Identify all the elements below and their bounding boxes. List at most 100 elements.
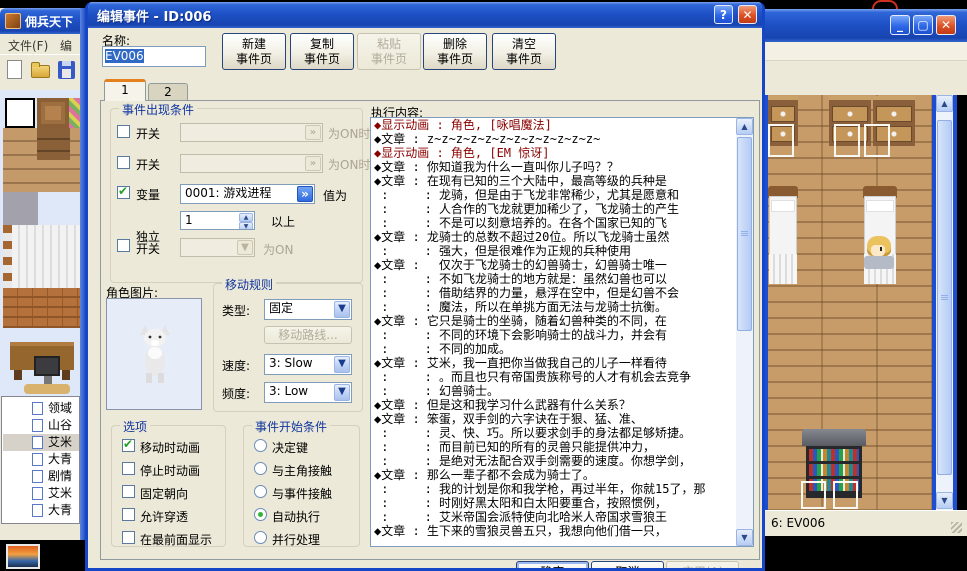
option-checkbox[interactable] (122, 485, 135, 498)
palette-tile-dark-planks[interactable] (37, 128, 70, 160)
command-line[interactable]: : : 灵、快、巧。所以要求剑手的身法都足够矫捷。 (371, 426, 753, 440)
scroll-up-icon[interactable]: ▲ (736, 118, 753, 135)
map-event-box[interactable] (801, 481, 826, 509)
footer-button[interactable]: 确定 (516, 561, 589, 571)
palette-tile-monitor[interactable] (34, 356, 60, 376)
trigger-radio[interactable] (254, 485, 267, 498)
command-line[interactable]: ◆文章 : 那么一辈子都不会成为骑士了。 (371, 468, 753, 482)
command-line[interactable]: : : 不同的加成。 (371, 342, 753, 356)
command-line[interactable]: : : 幻兽骑士。 (371, 384, 753, 398)
option-checkbox[interactable] (122, 439, 135, 452)
maximize-button[interactable]: ▢ (913, 15, 933, 35)
command-line[interactable]: : : 不如飞龙骑士的地方就是：虽然幻兽也可以 (371, 272, 753, 286)
character-graphic-box[interactable] (106, 298, 202, 410)
command-line[interactable]: ◆显示动画 : 角色, [EM 惊讶] (371, 146, 753, 160)
palette-tile-bricks[interactable] (3, 288, 80, 328)
page-button[interactable]: 删除事件页 (423, 33, 487, 70)
move-speed-combo[interactable]: 3: Slow▼ (264, 354, 352, 375)
trigger-radio[interactable] (254, 531, 267, 544)
open-folder-icon[interactable] (30, 59, 52, 81)
dropdown-icon[interactable]: ▼ (334, 384, 350, 401)
palette-tile-wall-edge[interactable] (3, 225, 12, 288)
move-type-combo[interactable]: 固定▼ (264, 299, 352, 320)
trigger-radio[interactable] (254, 439, 267, 452)
palette-tile-chair-base[interactable] (24, 384, 70, 394)
dropdown-icon[interactable]: ▼ (334, 301, 350, 318)
scroll-down-icon[interactable]: ▼ (736, 529, 753, 546)
minimize-button[interactable]: _ (890, 15, 910, 35)
command-line[interactable]: : : 艾米帝国会派特使向北哈米人帝国求雪狼王 (371, 510, 753, 524)
exec-scrollbar[interactable]: ▲ ▼ (736, 118, 753, 546)
palette-tile-gray[interactable] (3, 192, 38, 225)
command-line[interactable]: : : 不同的环境下会影响骑士的战斗力，并会有 (371, 328, 753, 342)
close-button[interactable]: ✕ (936, 15, 956, 35)
command-line[interactable]: : : 不是可以刻意培养的。在各个国家已知的飞 (371, 216, 753, 230)
scroll-down-icon[interactable]: ▼ (936, 492, 953, 509)
palette-tile-wood-pattern[interactable] (37, 98, 69, 128)
command-line[interactable]: ◆文章 : 艾米，我一直把你当做我自己的儿子一样看待 (371, 356, 753, 370)
palette-tile-wall[interactable] (12, 225, 80, 288)
variable-checkbox[interactable] (117, 186, 130, 199)
command-line[interactable]: ◆文章 : 但是这和我学习什么武器有什么关系？ (371, 398, 753, 412)
footer-button[interactable]: 取消 (591, 561, 664, 571)
map-tree-item[interactable]: 大青 (3, 502, 80, 519)
spinner-arrows[interactable]: ▲▼ (239, 213, 253, 228)
scroll-up-icon[interactable]: ▲ (936, 95, 953, 112)
option-checkbox[interactable] (122, 462, 135, 475)
map-tree-item[interactable]: 领域 (3, 400, 80, 417)
map-event-box[interactable] (834, 124, 860, 157)
dialog-close-button[interactable]: ✕ (738, 5, 757, 24)
command-line[interactable]: : : 强大，但是很难作为正规的兵种使用 (371, 244, 753, 258)
dialog-titlebar[interactable]: 编辑事件 - ID:006 ? ✕ (85, 2, 765, 28)
command-line[interactable]: ◆文章 : 仅次于飞龙骑士的幻兽骑士，幻兽骑士唯一 (371, 258, 753, 272)
scrollbar-thumb[interactable] (937, 120, 952, 475)
switch1-checkbox[interactable] (117, 125, 130, 138)
command-line[interactable]: : : 魔法，所以在单挑方面无法与龙骑士抗衡。 (371, 300, 753, 314)
menu-edit[interactable]: 编辑 (60, 37, 80, 54)
command-line[interactable]: ◆文章 : 笨蛋，双手剑的六字诀在于狠、猛、准、 (371, 412, 753, 426)
variable-picker-button[interactable]: » (297, 186, 313, 202)
save-icon[interactable] (56, 59, 78, 81)
command-line[interactable]: : : 我的计划是你和我学枪，再过半年，你就15了，那 (371, 482, 753, 496)
palette-tile-blank-selected[interactable] (5, 98, 35, 128)
page-button[interactable]: 复制事件页 (290, 33, 354, 70)
command-line[interactable]: ◆文章 : 它只是骑士的坐骑，随着幻兽种类的不同，在 (371, 314, 753, 328)
command-line[interactable]: : : 而目前已知的所有的灵兽只能提供冲力， (371, 440, 753, 454)
tab-2[interactable]: 2 (148, 83, 188, 101)
palette-tile-colorful[interactable] (69, 98, 80, 128)
option-checkbox[interactable] (122, 508, 135, 521)
map-canvas[interactable] (768, 95, 932, 510)
name-input[interactable]: EV006 (102, 46, 206, 67)
command-line[interactable]: ◆文章 : 在现有已知的三个大陆中，最高等级的兵种是 (371, 174, 753, 188)
taskbar-thumbnail[interactable] (6, 544, 40, 569)
map-event-box[interactable] (833, 481, 858, 509)
command-line[interactable]: : : 时刚好黑太阳和白太阳要重合，按照惯例， (371, 496, 753, 510)
trigger-radio[interactable] (254, 462, 267, 475)
dropdown-icon[interactable]: ▼ (334, 356, 350, 373)
trigger-radio[interactable] (254, 508, 267, 521)
variable-amount-spinner[interactable]: 1 ▲▼ (180, 211, 255, 230)
command-line[interactable]: ◆文章 : z~z~z~z~z~z~z~z~z~z~z~z~ (371, 132, 753, 146)
command-line[interactable]: ◆文章 : 你知道我为什么一直叫你儿子吗？？ (371, 160, 753, 174)
command-line[interactable]: ◆文章 : 生下来的雪狼灵兽五只，我想向他们借一只， (371, 524, 753, 538)
resize-grip[interactable] (951, 522, 962, 533)
help-button[interactable]: ? (714, 5, 733, 24)
map-tree-item[interactable]: 艾米 (3, 485, 80, 502)
command-line[interactable]: : : 。而且也只有帝国贵族称号的人才有机会去竞争 (371, 370, 753, 384)
command-line[interactable]: : : 借助结界的力量，悬浮在空中，但是幻兽不会 (371, 286, 753, 300)
menu-file[interactable]: 文件(F) (8, 37, 48, 54)
map-event-box[interactable] (864, 124, 890, 157)
map-vertical-scrollbar[interactable]: ▲ ▼ (936, 95, 953, 510)
command-line[interactable]: ◆文章 : 龙骑士的总数不超过20位。所以飞龙骑士虽然 (371, 230, 753, 244)
self-switch-checkbox[interactable] (117, 239, 130, 252)
page-button[interactable]: 清空事件页 (492, 33, 556, 70)
map-event-box[interactable] (768, 124, 794, 157)
new-file-icon[interactable] (4, 59, 26, 81)
map-tree-item[interactable]: 剧情 (3, 468, 80, 485)
command-line[interactable]: ◆显示动画 : 角色, [咏唱魔法] (371, 118, 753, 132)
map-tree-item[interactable]: 艾米 (3, 434, 80, 451)
switch2-checkbox[interactable] (117, 156, 130, 169)
page-button[interactable]: 新建事件页 (222, 33, 286, 70)
map-tree-item[interactable]: 大青 (3, 451, 80, 468)
option-checkbox[interactable] (122, 531, 135, 544)
